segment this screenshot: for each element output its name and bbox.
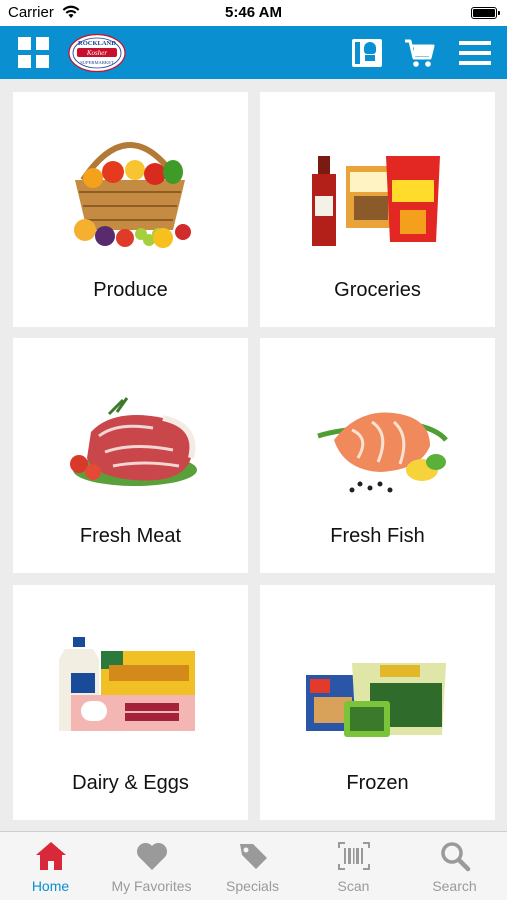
tab-search[interactable]: Search (404, 832, 505, 900)
fresh-fish-image (317, 412, 448, 493)
top-nav-bar: ROCKLAND Kosher SUPERMARKET (0, 26, 507, 79)
status-time: 5:46 AM (225, 4, 282, 21)
category-label: Fresh Fish (330, 525, 425, 547)
tab-label: Search (432, 878, 477, 894)
tab-label: Specials (226, 878, 279, 894)
tab-label: Home (31, 878, 70, 894)
tag-icon (240, 844, 267, 869)
tab-label: My Favorites (111, 878, 192, 894)
category-label: Produce (93, 279, 168, 301)
bottom-tab-bar: Home My Favorites Specials Scan Search (0, 831, 507, 900)
category-card-frozen[interactable]: Frozen (260, 585, 495, 820)
status-bar: Carrier 5:46 AM (0, 0, 507, 26)
frozen-image (306, 663, 446, 737)
cart-button[interactable] (403, 36, 437, 70)
tab-label: Scan (337, 878, 370, 894)
category-grid: Produce Groceries Fresh Meat Fresh Fish … (0, 79, 507, 831)
category-card-dairy-eggs[interactable]: Dairy & Eggs (13, 585, 248, 820)
tab-home[interactable]: Home (0, 832, 101, 900)
categories-grid-button[interactable] (18, 37, 50, 69)
dairy-eggs-image (59, 637, 195, 731)
produce-image (74, 142, 191, 248)
fresh-meat-image (70, 397, 197, 486)
tab-scan[interactable]: Scan (303, 832, 404, 900)
hamburger-menu-icon (459, 41, 491, 65)
groceries-image (312, 156, 440, 246)
category-card-produce[interactable]: Produce (13, 92, 248, 327)
category-label: Fresh Meat (79, 525, 182, 547)
category-label: Frozen (346, 772, 409, 794)
category-card-fresh-meat[interactable]: Fresh Meat (13, 338, 248, 573)
magnifier-icon (441, 842, 471, 872)
barcode-icon (338, 842, 370, 870)
flyer-icon (352, 39, 382, 67)
svg-text:SUPERMARKET: SUPERMARKET (80, 60, 114, 65)
store-logo[interactable]: ROCKLAND Kosher SUPERMARKET (68, 33, 126, 73)
tab-my-favorites[interactable]: My Favorites (101, 832, 202, 900)
tab-specials[interactable]: Specials (202, 832, 303, 900)
menu-button[interactable] (458, 36, 492, 70)
cart-icon (405, 39, 435, 67)
category-card-fresh-fish[interactable]: Fresh Fish (260, 338, 495, 573)
category-card-groceries[interactable]: Groceries (260, 92, 495, 327)
home-icon (36, 842, 66, 870)
circular-flyer-button[interactable] (350, 36, 384, 70)
battery-icon (471, 7, 500, 19)
svg-text:Kosher: Kosher (86, 49, 108, 57)
heart-icon (136, 842, 168, 870)
category-label: Groceries (334, 279, 421, 301)
svg-text:ROCKLAND: ROCKLAND (78, 40, 116, 47)
grid-icon (18, 37, 31, 50)
category-label: Dairy & Eggs (72, 772, 189, 794)
